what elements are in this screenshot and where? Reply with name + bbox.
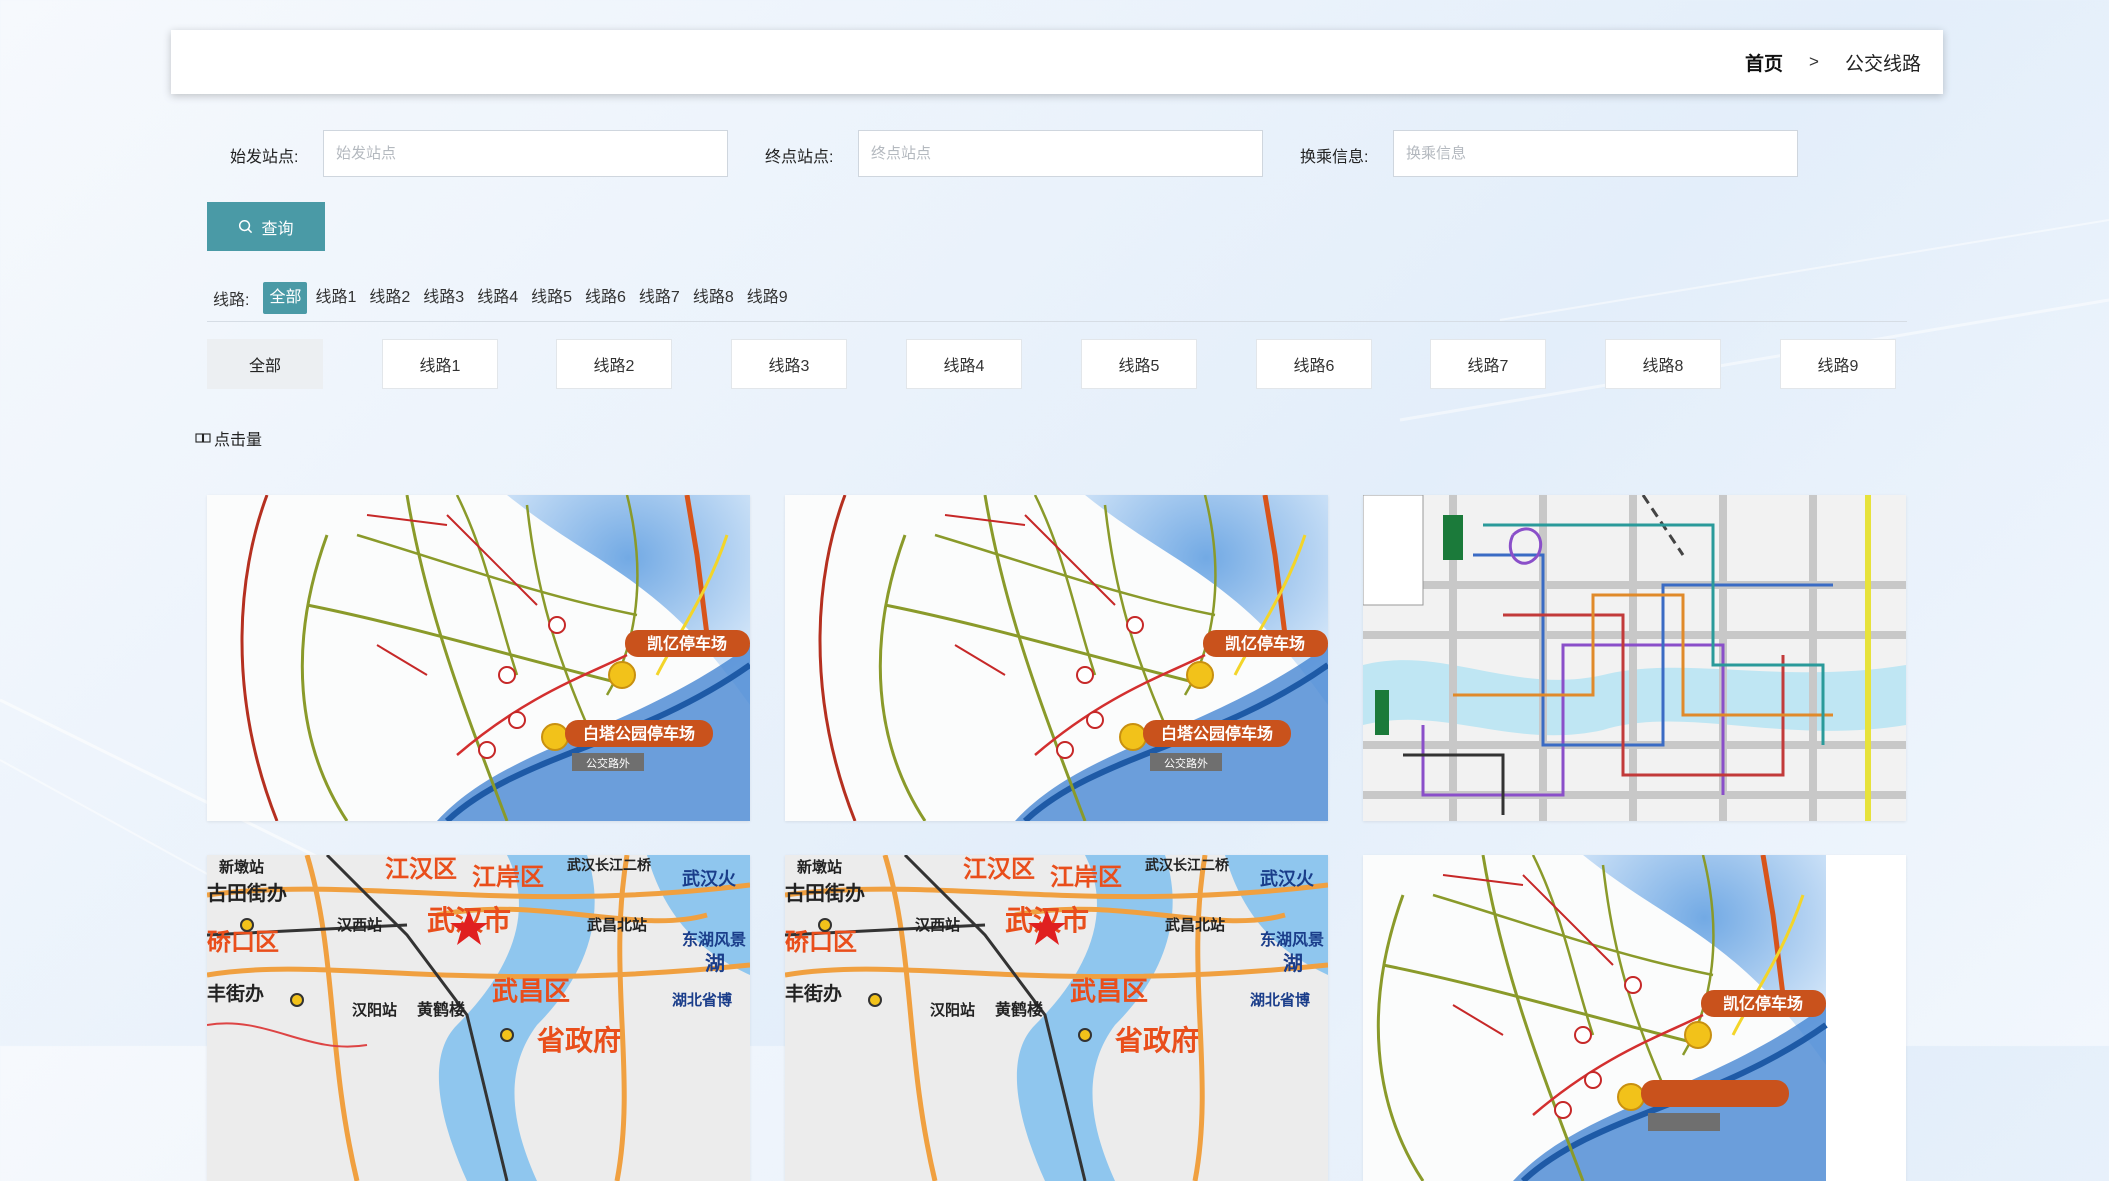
parking-label-a: 凯亿停车场 <box>1723 994 1803 1013</box>
map-place: 武昌北站 <box>1165 916 1225 934</box>
route-map-image: 江汉区 江岸区 武汉市 武昌区 硚口区 省政府 新墩站 古田街办 汉西站 武汉长… <box>785 855 1328 1181</box>
book-icon <box>195 433 211 443</box>
tab-route-1[interactable]: 线路1 <box>382 339 498 389</box>
map-place: 汉阳站 <box>352 1001 397 1019</box>
route-card[interactable]: 凯亿停车场 <box>1363 855 1906 1181</box>
tab-route-9[interactable]: 线路9 <box>1780 339 1896 389</box>
start-station-input[interactable] <box>323 130 728 177</box>
parking-label-a: 凯亿停车场 <box>1225 634 1305 653</box>
sort-label: 点击量 <box>214 432 263 449</box>
route-card[interactable]: 凯亿停车场 白塔公园停车场 公交路外 <box>785 495 1328 821</box>
breadcrumb-bar: 首页 > 公交线路 <box>171 30 1943 94</box>
map-place: 古田街办 <box>785 881 865 905</box>
start-station-label: 始发站点: <box>230 149 299 166</box>
route-map-image: 凯亿停车场 白塔公园停车场 公交路外 <box>207 495 750 821</box>
query-label: 查询 <box>261 220 294 238</box>
map-district: 武昌区 <box>492 976 570 1006</box>
map-place: 东湖风景 <box>1260 930 1324 949</box>
map-district: 江岸区 <box>472 863 544 891</box>
breadcrumb: 首页 > 公交线路 <box>1745 30 1921 94</box>
route-card[interactable] <box>1363 495 1906 821</box>
map-place: 汉阳站 <box>930 1001 975 1019</box>
map-district: 省政府 <box>1115 1024 1199 1056</box>
bus-tag-label: 公交路外 <box>1164 756 1208 770</box>
breadcrumb-home[interactable]: 首页 <box>1745 49 1783 76</box>
map-place: 汉西站 <box>337 916 382 934</box>
map-district: 硚口区 <box>785 929 857 956</box>
map-place: 湖 <box>705 952 725 975</box>
parking-label-a: 凯亿停车场 <box>647 634 727 653</box>
route-filter-4[interactable]: 线路4 <box>472 282 523 314</box>
route-filter-label: 线路: <box>213 292 250 309</box>
map-place: 黄鹤楼 <box>417 1000 465 1019</box>
parking-label-b: 白塔公园停车场 <box>1161 724 1273 743</box>
route-filter-2[interactable]: 线路2 <box>364 282 415 314</box>
breadcrumb-current: 公交线路 <box>1844 53 1921 75</box>
map-place: 新墩站 <box>797 858 842 876</box>
map-district: 江汉区 <box>385 856 457 883</box>
route-card[interactable]: 凯亿停车场 白塔公园停车场 公交路外 <box>207 495 750 821</box>
tab-all[interactable]: 全部 <box>207 339 323 389</box>
map-place: 黄鹤楼 <box>995 1000 1043 1019</box>
tab-route-3[interactable]: 线路3 <box>731 339 847 389</box>
map-district: 江汉区 <box>963 856 1035 883</box>
map-district: 武昌区 <box>1070 976 1148 1006</box>
route-map-image: 凯亿停车场 <box>1363 855 1906 1181</box>
route-filter-9[interactable]: 线路9 <box>742 282 793 314</box>
route-map-image: 凯亿停车场 白塔公园停车场 公交路外 <box>785 495 1328 821</box>
route-filter-8[interactable]: 线路8 <box>688 282 739 314</box>
map-place: 湖 <box>1283 952 1303 975</box>
route-filter: 线路: 全部 线路1 线路2 线路3 线路4 线路5 线路6 线路7 线路8 线… <box>213 280 796 316</box>
map-place: 武昌北站 <box>587 916 647 934</box>
map-place: 湖北省博 <box>1250 991 1310 1009</box>
tab-route-8[interactable]: 线路8 <box>1605 339 1721 389</box>
map-district: 江岸区 <box>1050 863 1122 891</box>
map-place: 新墩站 <box>219 858 264 876</box>
route-filter-5[interactable]: 线路5 <box>526 282 577 314</box>
tab-route-6[interactable]: 线路6 <box>1256 339 1372 389</box>
tab-route-2[interactable]: 线路2 <box>556 339 672 389</box>
transfer-info-label: 换乘信息: <box>1300 149 1369 166</box>
map-place: 武汉长江二桥 <box>1145 857 1230 873</box>
route-card[interactable]: 江汉区 江岸区 武汉市 武昌区 硚口区 省政府 新墩站 古田街办 汉西站 武汉长… <box>207 855 750 1181</box>
tab-route-5[interactable]: 线路5 <box>1081 339 1197 389</box>
map-place: 武汉火 <box>682 869 737 889</box>
route-filter-1[interactable]: 线路1 <box>310 282 361 314</box>
bus-tag-label: 公交路外 <box>586 756 630 770</box>
route-filter-7[interactable]: 线路7 <box>634 282 685 314</box>
route-map-image <box>1363 495 1906 821</box>
search-icon <box>239 219 253 234</box>
map-place: 汉西站 <box>915 916 960 934</box>
route-filter-6[interactable]: 线路6 <box>580 282 631 314</box>
map-place: 湖北省博 <box>672 991 732 1009</box>
route-filter-all[interactable]: 全部 <box>263 282 308 314</box>
query-button[interactable]: 查询 <box>207 202 325 251</box>
route-filter-3[interactable]: 线路3 <box>418 282 469 314</box>
map-place: 古田街办 <box>207 881 287 905</box>
route-map-image: 江汉区 江岸区 武汉市 武昌区 硚口区 省政府 新墩站 古田街办 汉西站 武汉长… <box>207 855 750 1181</box>
map-place: 武汉火 <box>1260 869 1315 889</box>
map-place: 丰街办 <box>207 982 264 1005</box>
map-district: 硚口区 <box>207 929 279 956</box>
end-station-label: 终点站点: <box>765 149 834 166</box>
map-place: 东湖风景 <box>682 930 746 949</box>
sort-by-clicks[interactable]: 点击量 <box>195 426 262 450</box>
tab-route-7[interactable]: 线路7 <box>1430 339 1546 389</box>
tab-route-4[interactable]: 线路4 <box>906 339 1022 389</box>
map-place: 武汉长江二桥 <box>567 857 652 873</box>
parking-label-b: 白塔公园停车场 <box>583 724 695 743</box>
map-district: 省政府 <box>537 1024 621 1056</box>
breadcrumb-separator: > <box>1809 52 1819 71</box>
map-place: 丰街办 <box>785 982 842 1005</box>
end-station-input[interactable] <box>858 130 1263 177</box>
divider <box>207 321 1907 322</box>
route-card[interactable]: 江汉区 江岸区 武汉市 武昌区 硚口区 省政府 新墩站 古田街办 汉西站 武汉长… <box>785 855 1328 1181</box>
transfer-info-input[interactable] <box>1393 130 1798 177</box>
